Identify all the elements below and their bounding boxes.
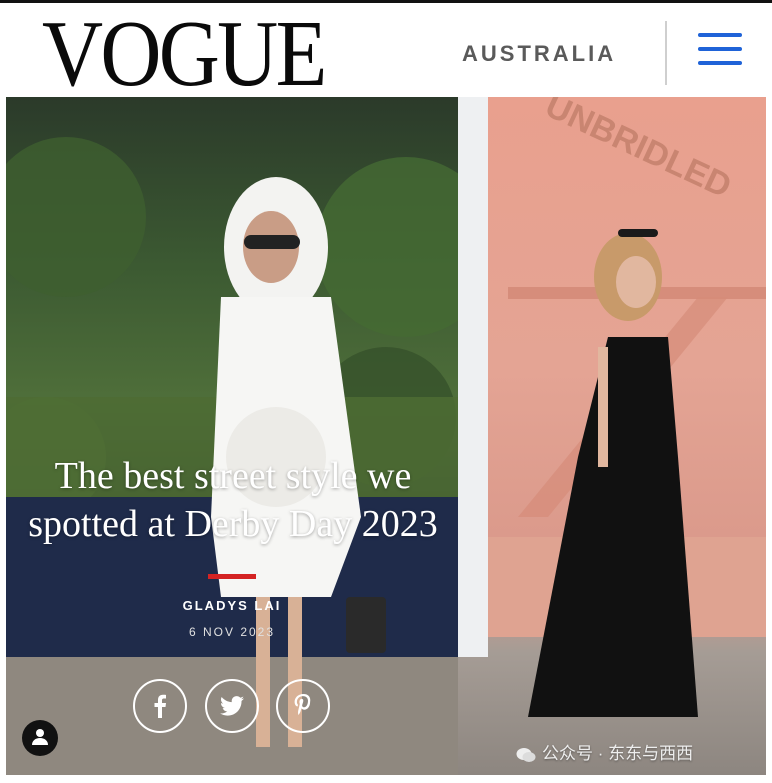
share-facebook-button[interactable] [133, 679, 187, 733]
street-style-photo-left [6, 137, 458, 775]
headline-accent-bar [208, 574, 256, 579]
article-date: 6 NOV 2023 [188, 625, 276, 639]
vogue-logo[interactable]: VOGUE [42, 7, 327, 101]
article-author[interactable]: GLADYS LAI [0, 598, 464, 613]
header-divider [665, 21, 667, 85]
hamburger-menu-icon[interactable] [698, 33, 742, 65]
share-pinterest-button[interactable] [276, 679, 330, 733]
wechat-icon [516, 747, 536, 762]
watermark-text: 公众号 · 东东与西西 [542, 744, 694, 763]
watermark: 公众号 · 东东与西西 [516, 739, 693, 764]
headline-line-1: The best street style we [54, 455, 412, 497]
account-button[interactable] [22, 720, 58, 756]
user-icon [32, 729, 48, 745]
region-label[interactable]: AUSTRALIA [462, 41, 616, 67]
hero-image-left [6, 97, 458, 775]
twitter-icon [220, 696, 244, 716]
headline-line-2: spotted at Derby Day 2023 [28, 503, 438, 545]
pinterest-icon [294, 694, 311, 715]
article-headline[interactable]: The best street style we spotted at Derb… [8, 452, 458, 548]
street-style-photo-right [488, 229, 766, 717]
hero-image-right: UNBRIDLED [458, 97, 766, 775]
facebook-icon [154, 694, 166, 718]
share-twitter-button[interactable] [205, 679, 259, 733]
site-header: VOGUE AUSTRALIA [0, 0, 772, 101]
